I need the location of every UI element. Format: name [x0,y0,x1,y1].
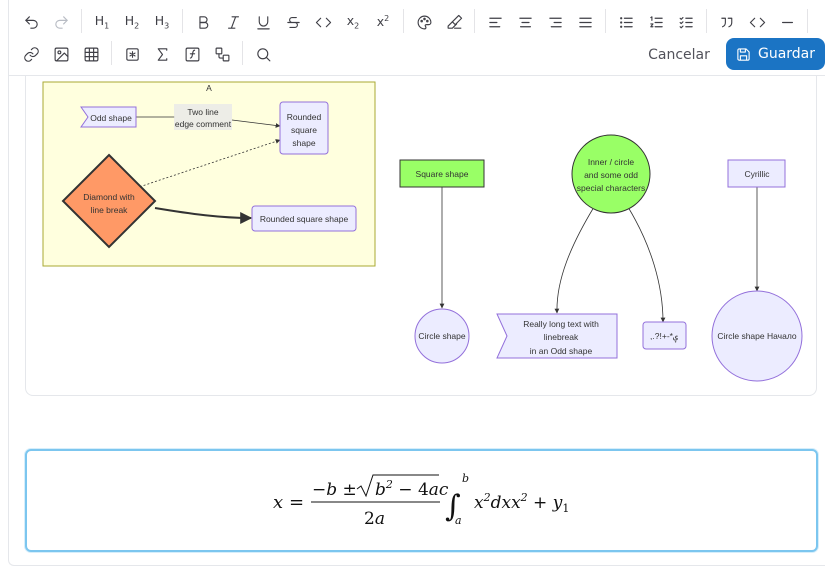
formula-x: x [273,492,283,513]
underline-icon[interactable] [250,9,276,35]
toolbar-divider [474,9,475,33]
heading-2-button[interactable]: H2 [119,9,145,35]
node-special-chars-label: ,.?!+-*ؠ [650,331,679,342]
bullet-list-icon[interactable] [613,9,639,35]
formula-render: x = −b ± b2 − 4ac 2a ∫ b a x2dxx2 + y1 [273,472,569,529]
code-icon[interactable] [310,9,336,35]
node-square-shape-label: Square shape [416,169,469,179]
code-block-icon[interactable] [744,9,770,35]
node-cyrillic-label: Cyrillic [744,169,770,179]
node-long-text-label: Really long text with [523,319,599,329]
search-icon[interactable] [250,41,276,67]
sigma-icon[interactable] [149,41,175,67]
image-icon[interactable] [48,41,74,67]
node-diamond-label: Diamond with [83,192,135,202]
formula-lower-limit: a [455,514,462,527]
table-icon[interactable] [78,41,104,67]
formula-integrand: x2dxx2 + y1 [474,491,569,515]
formula-minus-b: −b ± [312,480,357,500]
embed-icon[interactable] [119,41,145,67]
formula-denominator: 2a [364,509,385,529]
toolbar-divider [403,9,404,33]
heading-1-button[interactable]: H1 [89,9,115,35]
align-left-icon[interactable] [482,9,508,35]
align-justify-icon[interactable] [572,9,598,35]
diagram-icon[interactable] [209,41,235,67]
node-rounded-square-shape-label: Rounded square shape [260,214,349,224]
link-icon[interactable] [18,41,44,67]
cancel-button[interactable]: Cancelar [644,43,714,67]
align-right-icon[interactable] [542,9,568,35]
math-formula-block[interactable]: x = −b ± b2 − 4ac 2a ∫ b a x2dxx2 + y1 [25,449,818,552]
horizontal-rule-icon[interactable] [774,9,800,35]
edge-inner-to-special [627,206,666,323]
strikethrough-icon[interactable] [280,9,306,35]
toolbar-divider [111,41,112,65]
mermaid-diagram: A Odd shape Two line edge comment Rounde… [42,81,803,382]
formula-radicand: b2 − 4ac [375,478,449,500]
node-circle-cyrillic-label: Circle shape Начало [717,331,796,341]
edge-label-line: edge comment [175,119,232,129]
save-icon [737,47,750,61]
align-center-icon[interactable] [512,9,538,35]
edge-inner-to-long-text [554,206,595,314]
toolbar-divider [706,9,707,33]
node-long-text-label: linebreak [544,332,579,342]
subgraph-title: A [206,83,212,93]
task-list-icon[interactable] [673,9,699,35]
bold-icon[interactable] [190,9,216,35]
highlighter-icon[interactable] [441,9,467,35]
mermaid-diagram-block[interactable]: A Odd shape Two line edge comment Rounde… [25,76,817,396]
undo-icon[interactable] [18,9,44,35]
subscript-icon[interactable]: x2 [340,9,366,35]
node-inner-circle-label: and some odd [584,170,638,180]
node-circle-shape-label: Circle shape [418,331,466,341]
edge-label-line: Two line [187,107,218,117]
heading-3-button[interactable]: H3 [149,9,175,35]
palette-icon[interactable] [411,9,437,35]
node-odd-shape-label: Odd shape [90,113,132,123]
blockquote-icon[interactable] [714,9,740,35]
node-long-text-label: in an Odd shape [530,346,593,356]
toolbar-divider [807,9,808,33]
toolbar-divider [182,9,183,33]
toolbar-divider [605,9,606,33]
node-inner-circle-label: Inner / circle [588,157,635,167]
ordered-list-icon[interactable] [643,9,669,35]
redo-icon[interactable] [48,9,74,35]
formula-equals: = [289,492,304,513]
superscript-icon[interactable]: x2 [370,9,396,35]
formula-upper-limit: b [462,472,469,485]
node-rounded-label: Rounded [287,112,322,122]
toolbar-divider [81,9,82,33]
save-button-label: Guardar [757,46,816,62]
node-diamond-label: line break [91,205,129,215]
node-inner-circle-label: special characters [577,183,646,193]
node-rounded-label: square [291,125,317,135]
toolbar-divider [242,41,243,65]
node-rounded-label: shape [292,138,315,148]
function-icon[interactable] [179,41,205,67]
save-button[interactable]: Guardar [726,38,825,70]
italic-icon[interactable] [220,9,246,35]
